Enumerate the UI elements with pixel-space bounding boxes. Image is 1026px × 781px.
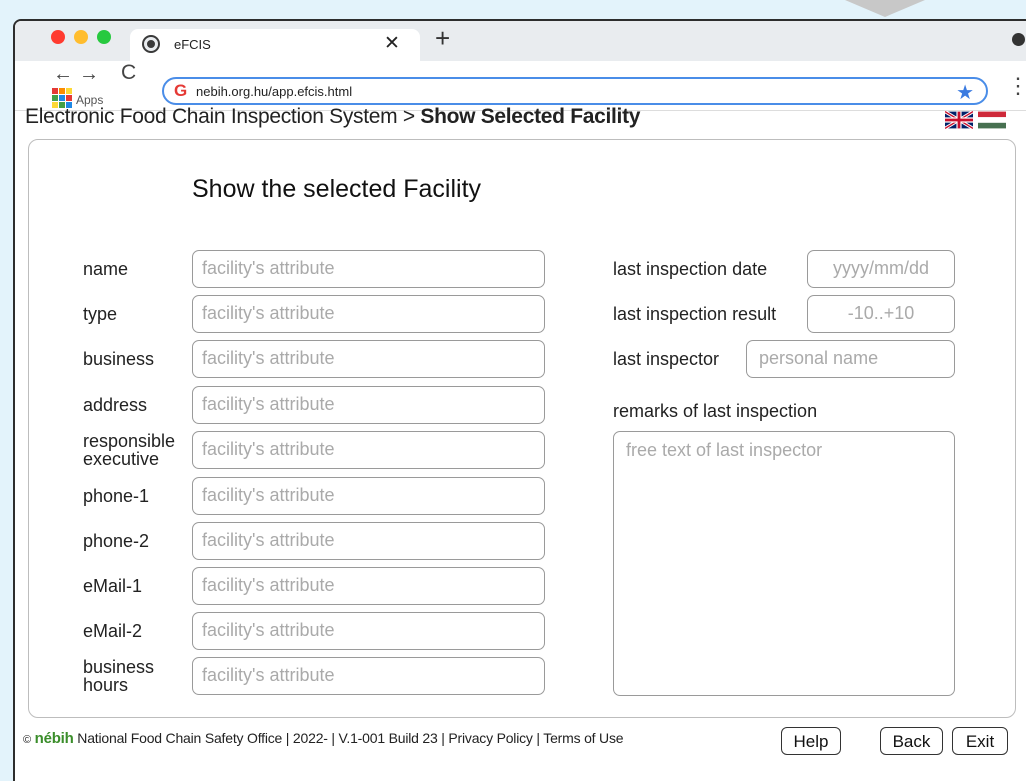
responsible-executive-field[interactable]: facility's attribute <box>192 431 545 469</box>
email-2-field[interactable]: facility's attribute <box>192 612 545 650</box>
last-inspection-date-field[interactable]: yyyy/mm/dd <box>807 250 955 288</box>
breadcrumb-current: Show Selected Facility <box>420 105 641 128</box>
tab-title: eFCIS <box>174 37 211 52</box>
page-title: Electronic Food Chain Inspection System … <box>25 105 640 129</box>
business-label: business <box>83 349 155 369</box>
tab-close-icon[interactable]: ✕ <box>384 32 400 55</box>
email-2-label: eMail-2 <box>83 621 143 641</box>
new-tab-icon[interactable]: + <box>435 25 450 51</box>
decorative-triangle <box>845 0 925 17</box>
english-flag-icon[interactable] <box>945 111 973 129</box>
last-inspection-result-field[interactable]: -10..+10 <box>807 295 955 333</box>
maximize-window-dot[interactable] <box>97 30 111 44</box>
nebih-logo: nébih <box>34 730 74 747</box>
phone-2-field[interactable]: facility's attribute <box>192 522 545 560</box>
responsible-executive-label: responsible executive <box>83 431 176 469</box>
business-hours-label: business hours <box>83 657 155 695</box>
help-button[interactable]: Help <box>781 727 841 755</box>
address-label: address <box>83 395 148 415</box>
back-arrow-icon[interactable]: ← <box>53 63 73 86</box>
remarks-textarea[interactable]: free text of last inspector <box>613 431 955 696</box>
tab-strip: eFCIS ✕ + <box>15 21 1026 61</box>
chrome-favicon-icon <box>144 37 158 51</box>
business-hours-field[interactable]: facility's attribute <box>192 657 545 695</box>
copyright-symbol: © <box>23 734 31 746</box>
footer-text: © nébih National Food Chain Safety Offic… <box>23 730 624 747</box>
minimize-window-dot[interactable] <box>74 30 88 44</box>
url-text[interactable]: nebih.org.hu/app.efcis.html <box>196 84 352 99</box>
browser-tab[interactable]: eFCIS ✕ <box>130 29 420 61</box>
last-inspection-date-label: last inspection date <box>613 259 768 279</box>
type-field[interactable]: facility's attribute <box>192 295 545 333</box>
address-field[interactable]: facility's attribute <box>192 386 545 424</box>
hungarian-flag-icon[interactable] <box>978 111 1006 129</box>
exit-button[interactable]: Exit <box>952 727 1008 755</box>
business-field[interactable]: facility's attribute <box>192 340 545 378</box>
type-label: type <box>83 304 118 324</box>
phone-1-label: phone-1 <box>83 486 150 506</box>
breadcrumb-root: Electronic Food Chain Inspection System … <box>25 105 421 128</box>
name-field[interactable]: facility's attribute <box>192 250 545 288</box>
google-icon: G <box>174 81 188 100</box>
back-button[interactable]: Back <box>880 727 943 755</box>
browser-menu-icon[interactable]: ⋮ <box>1007 73 1026 99</box>
browser-toolbar: ← → C Apps G nebih.org.hu/app.efcis.html… <box>15 61 1026 111</box>
bookmark-star-icon[interactable]: ★ <box>956 80 974 105</box>
forward-arrow-icon[interactable]: → <box>79 63 99 86</box>
close-window-dot[interactable] <box>51 30 65 44</box>
footer-links[interactable]: National Food Chain Safety Office | 2022… <box>74 730 623 746</box>
last-inspector-field[interactable]: personal name <box>746 340 955 378</box>
email-1-label: eMail-1 <box>83 576 143 596</box>
phone-1-field[interactable]: facility's attribute <box>192 477 545 515</box>
form-heading: Show the selected Facility <box>192 175 482 203</box>
remarks-label: remarks of last inspection <box>613 401 818 421</box>
address-bar[interactable]: G nebih.org.hu/app.efcis.html ★ <box>162 77 988 105</box>
phone-2-label: phone-2 <box>83 531 150 551</box>
name-label: name <box>83 259 129 279</box>
last-inspection-result-label: last inspection result <box>613 304 777 324</box>
reload-icon[interactable]: C <box>121 61 136 85</box>
profile-icon[interactable] <box>1012 33 1025 46</box>
email-1-field[interactable]: facility's attribute <box>192 567 545 605</box>
last-inspector-label: last inspector <box>613 349 720 369</box>
